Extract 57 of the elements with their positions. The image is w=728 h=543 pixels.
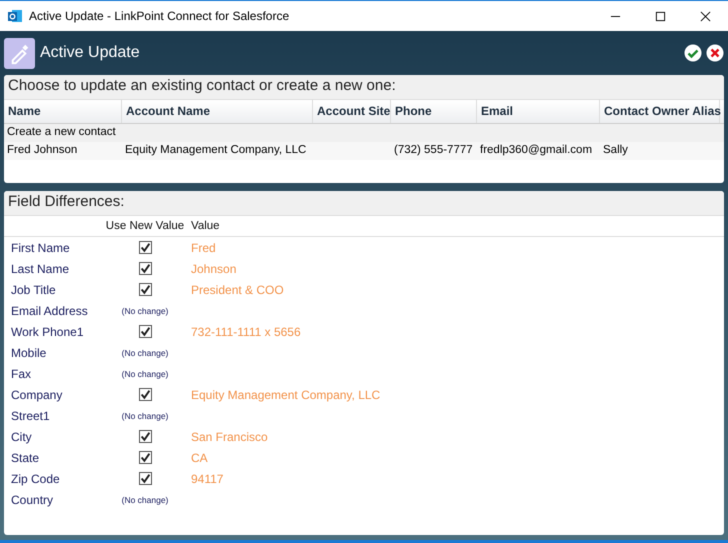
window-title: Active Update - LinkPoint Connect for Salesforce: [29, 9, 290, 23]
maximize-icon[interactable]: [655, 10, 666, 22]
checkbox[interactable]: [138, 388, 152, 401]
checkbox[interactable]: [138, 325, 152, 338]
field-value: President & COO: [191, 282, 284, 296]
column-header[interactable]: Contact Owner Alias: [600, 100, 720, 123]
checkbox[interactable]: [138, 451, 152, 464]
table-cell[interactable]: Sally: [600, 142, 720, 160]
column-header[interactable]: Account Site: [313, 100, 391, 123]
field-value: San Francisco: [191, 430, 268, 444]
field-value: Equity Management Company, LLC: [191, 388, 380, 402]
column-header[interactable]: Email: [477, 100, 600, 123]
header-title: Active Update: [40, 44, 140, 62]
close-icon[interactable]: [700, 10, 711, 22]
field-label: First Name: [11, 240, 70, 254]
field-value: Fred: [191, 240, 216, 254]
panel-heading: Choose to update an existing contact or create a new one:: [4, 75, 724, 100]
field-label: Last Name: [11, 262, 70, 276]
field-label: Street1: [11, 408, 50, 422]
column-header: Use New Value: [106, 220, 184, 232]
table-cell[interactable]: Equity Management Company, LLC: [122, 142, 313, 160]
field-label: Country: [11, 492, 54, 506]
outlook-icon: [7, 8, 23, 24]
table-cell[interactable]: Fred Johnson: [4, 142, 122, 160]
field-label: State: [11, 450, 40, 464]
column-header[interactable]: Name: [4, 100, 122, 123]
field-label: Job Title: [11, 282, 56, 296]
table-cell[interactable]: (732) 555-7777: [391, 142, 477, 160]
field-label: City: [11, 430, 32, 444]
field-label: Mobile: [11, 346, 46, 360]
field-label: Fax: [11, 366, 32, 380]
cancel-icon[interactable]: [706, 44, 724, 62]
panel-heading: Field Differences:: [4, 191, 724, 216]
checkbox[interactable]: [138, 472, 152, 485]
field-label: Company: [11, 388, 62, 402]
no-change-note: (No change): [122, 410, 168, 420]
checkbox[interactable]: [138, 430, 152, 443]
table-cell[interactable]: fredlp360@gmail.com: [477, 142, 600, 160]
table-cell[interactable]: Create a new contact: [4, 124, 122, 142]
checkbox[interactable]: [138, 241, 152, 254]
checkbox[interactable]: [138, 262, 152, 275]
field-value: CA: [191, 450, 208, 464]
field-label: Work Phone1: [11, 324, 84, 338]
no-change-note: (No change): [122, 306, 168, 316]
column-header[interactable]: Account Name: [122, 100, 313, 123]
column-header: Value: [191, 220, 220, 232]
field-value: 94117: [191, 472, 224, 486]
field-label: Email Address: [11, 304, 88, 318]
no-change-note: (No change): [122, 494, 168, 504]
no-change-note: (No change): [122, 348, 168, 358]
field-label: Zip Code: [11, 472, 60, 486]
confirm-icon[interactable]: [684, 44, 702, 62]
column-header[interactable]: Phone: [391, 100, 477, 123]
checkbox[interactable]: [138, 283, 152, 296]
no-change-note: (No change): [122, 368, 168, 378]
field-value: 732-111-1111 x 5656: [191, 324, 301, 338]
field-value: Johnson: [191, 262, 236, 276]
